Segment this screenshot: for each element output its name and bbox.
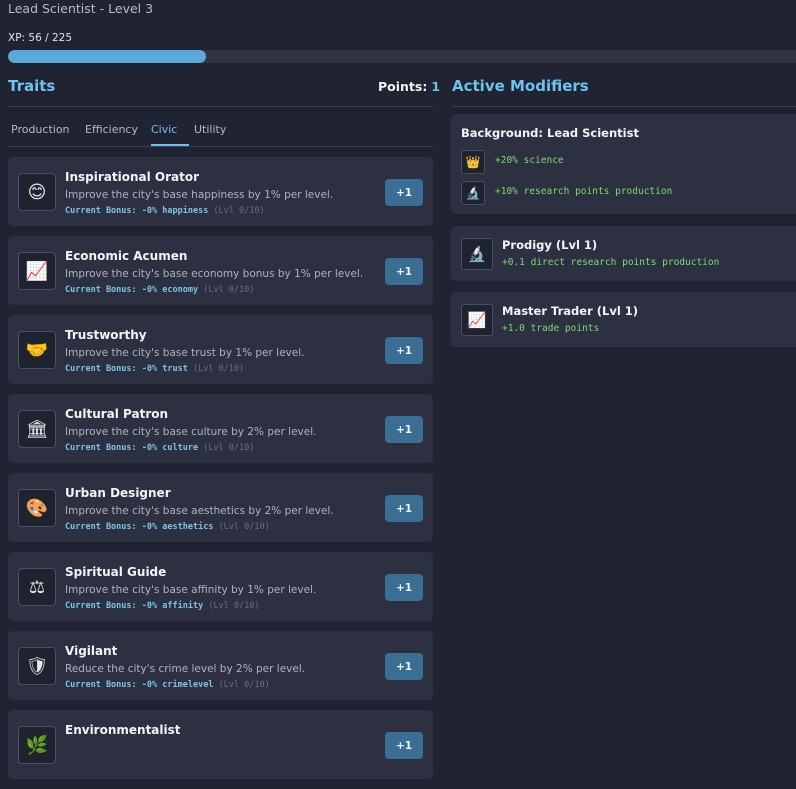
upgrade-button[interactable]: +1 bbox=[385, 258, 423, 285]
chart-increasing-icon: 📈 bbox=[461, 304, 493, 336]
upgrade-button[interactable]: +1 bbox=[385, 495, 423, 522]
modifier-text: +0.1 direct research points production bbox=[502, 257, 720, 268]
bonus-label: Current Bonus: bbox=[65, 601, 137, 611]
chart-increasing-icon: 📈 bbox=[18, 252, 56, 290]
tab-utility[interactable]: Utility bbox=[194, 123, 226, 136]
trait-bonus: Current Bonus: -0% crimelevel (Lvl 0/10) bbox=[65, 680, 270, 690]
trait-card-economic-acumen: 📈 Economic Acumen Improve the city's bas… bbox=[8, 236, 433, 305]
trait-tabs: Production Efficiency Civic Utility bbox=[8, 120, 433, 147]
bonus-label: Current Bonus: bbox=[65, 364, 137, 374]
bonus-value: -0% economy bbox=[141, 285, 199, 295]
bonus-value: -0% crimelevel bbox=[141, 680, 214, 690]
trait-description: Improve the city's base affinity by 1% p… bbox=[65, 584, 317, 596]
trait-card-inspirational-orator: 😊 Inspirational Orator Improve the city'… bbox=[8, 157, 433, 226]
trait-name: Urban Designer bbox=[65, 486, 171, 500]
microscope-icon: 🔬 bbox=[461, 238, 493, 270]
classical-building-icon: 🏛 bbox=[18, 410, 56, 448]
trait-level: (Lvl 0/10) bbox=[203, 443, 255, 453]
trait-level: (Lvl 0/10) bbox=[213, 206, 265, 216]
trait-name: Economic Acumen bbox=[65, 249, 188, 263]
trait-card-trustworthy: 🤝 Trustworthy Improve the city's base tr… bbox=[8, 315, 433, 384]
bonus-value: -0% trust bbox=[141, 364, 188, 374]
trait-level: (Lvl 0/10) bbox=[208, 601, 260, 611]
trait-level: (Lvl 0/10) bbox=[192, 364, 245, 374]
handshake-icon: 🤝 bbox=[18, 331, 56, 369]
points-value: 1 bbox=[431, 79, 441, 94]
trait-bonus: Current Bonus: -0% aesthetics (Lvl 0/10) bbox=[65, 522, 270, 532]
points-display: Points: 1 bbox=[378, 79, 440, 94]
traits-heading: Traits bbox=[8, 77, 56, 95]
modifier-card-master-trader: 📈 Master Trader (Lvl 1) +1.0 trade point… bbox=[451, 292, 796, 347]
xp-label: XP: 56 / 225 bbox=[8, 32, 73, 44]
page-title: Lead Scientist - Level 3 bbox=[8, 1, 154, 16]
balance-scale-icon: ⚖ bbox=[18, 568, 56, 606]
bonus-label: Current Bonus: bbox=[65, 443, 137, 453]
bonus-value: -0% aesthetics bbox=[141, 522, 214, 532]
trait-description: Improve the city's base culture by 2% pe… bbox=[65, 426, 317, 438]
crown-icon: 👑 bbox=[461, 150, 485, 174]
trait-description: Improve the city's base aesthetics by 2%… bbox=[65, 505, 334, 517]
divider bbox=[452, 106, 796, 107]
active-tab-indicator bbox=[151, 144, 189, 146]
xp-progress-fill bbox=[8, 50, 207, 63]
smiley-face-icon: 😊 bbox=[18, 173, 56, 211]
tab-efficiency[interactable]: Efficiency bbox=[85, 123, 138, 136]
trait-description: Reduce the city's crime level by 2% per … bbox=[65, 663, 306, 675]
upgrade-button[interactable]: +1 bbox=[385, 416, 423, 443]
upgrade-button[interactable]: +1 bbox=[385, 653, 423, 680]
trait-card-spiritual-guide: ⚖ Spiritual Guide Improve the city's bas… bbox=[8, 552, 433, 621]
trait-description: Improve the city's base happiness by 1% … bbox=[65, 189, 334, 201]
trait-bonus: Current Bonus: -0% culture (Lvl 0/10) bbox=[65, 443, 254, 453]
bonus-label: Current Bonus: bbox=[65, 522, 137, 532]
trait-level: (Lvl 0/10) bbox=[203, 285, 255, 295]
trait-name: Vigilant bbox=[65, 644, 118, 658]
modifier-name: Master Trader (Lvl 1) bbox=[502, 304, 639, 318]
modifier-text: +1.0 trade points bbox=[502, 323, 600, 334]
trait-bonus: Current Bonus: -0% trust (Lvl 0/10) bbox=[65, 364, 244, 374]
microscope-icon: 🔬 bbox=[461, 181, 485, 205]
trait-level: (Lvl 0/10) bbox=[218, 680, 270, 690]
bonus-value: -0% culture bbox=[141, 443, 199, 453]
artist-palette-icon: 🎨 bbox=[18, 489, 56, 527]
trait-description: Improve the city's base trust by 1% per … bbox=[65, 347, 305, 359]
trait-name: Cultural Patron bbox=[65, 407, 169, 421]
trait-name: Spiritual Guide bbox=[65, 565, 167, 579]
upgrade-button[interactable]: +1 bbox=[385, 179, 423, 206]
bonus-value: -0% affinity bbox=[141, 601, 204, 611]
bonus-label: Current Bonus: bbox=[65, 206, 137, 216]
modifiers-heading: Active Modifiers bbox=[452, 77, 589, 95]
tab-production[interactable]: Production bbox=[11, 123, 70, 136]
upgrade-button[interactable]: +1 bbox=[385, 574, 423, 601]
trait-name: Trustworthy bbox=[65, 328, 147, 342]
upgrade-button[interactable]: +1 bbox=[385, 732, 423, 759]
upgrade-button[interactable]: +1 bbox=[385, 337, 423, 364]
background-modifier-panel: Background: Lead Scientist 👑 +20% scienc… bbox=[451, 114, 796, 214]
shield-icon: 🛡 bbox=[18, 647, 56, 685]
trait-level: (Lvl 0/10) bbox=[218, 522, 270, 532]
trait-bonus: Current Bonus: -0% happiness (Lvl 0/10) bbox=[65, 206, 265, 216]
trait-card-list: 😊 Inspirational Orator Improve the city'… bbox=[8, 157, 433, 789]
background-title: Background: Lead Scientist bbox=[461, 126, 639, 140]
modifier-text: +20% science bbox=[495, 155, 564, 166]
trait-card-environmentalist: 🌿 Environmentalist +1 bbox=[8, 710, 433, 779]
bonus-value: -0% happiness bbox=[141, 206, 209, 216]
trait-name: Inspirational Orator bbox=[65, 170, 200, 184]
trait-name: Environmentalist bbox=[65, 723, 181, 737]
trait-description: Improve the city's base economy bonus by… bbox=[65, 268, 364, 280]
tab-civic[interactable]: Civic bbox=[151, 123, 177, 136]
trait-card-vigilant: 🛡 Vigilant Reduce the city's crime level… bbox=[8, 631, 433, 700]
trait-card-cultural-patron: 🏛 Cultural Patron Improve the city's bas… bbox=[8, 394, 433, 463]
points-label: Points: bbox=[378, 79, 428, 94]
bonus-label: Current Bonus: bbox=[65, 680, 137, 690]
divider bbox=[8, 106, 433, 107]
xp-progress-bar bbox=[8, 50, 796, 63]
modifier-name: Prodigy (Lvl 1) bbox=[502, 238, 598, 252]
modifier-card-prodigy: 🔬 Prodigy (Lvl 1) +0.1 direct research p… bbox=[451, 226, 796, 281]
bonus-label: Current Bonus: bbox=[65, 285, 137, 295]
modifier-text: +10% research points production bbox=[495, 186, 673, 197]
trait-card-urban-designer: 🎨 Urban Designer Improve the city's base… bbox=[8, 473, 433, 542]
trait-bonus: Current Bonus: -0% affinity (Lvl 0/10) bbox=[65, 601, 260, 611]
trait-bonus: Current Bonus: -0% economy (Lvl 0/10) bbox=[65, 285, 254, 295]
